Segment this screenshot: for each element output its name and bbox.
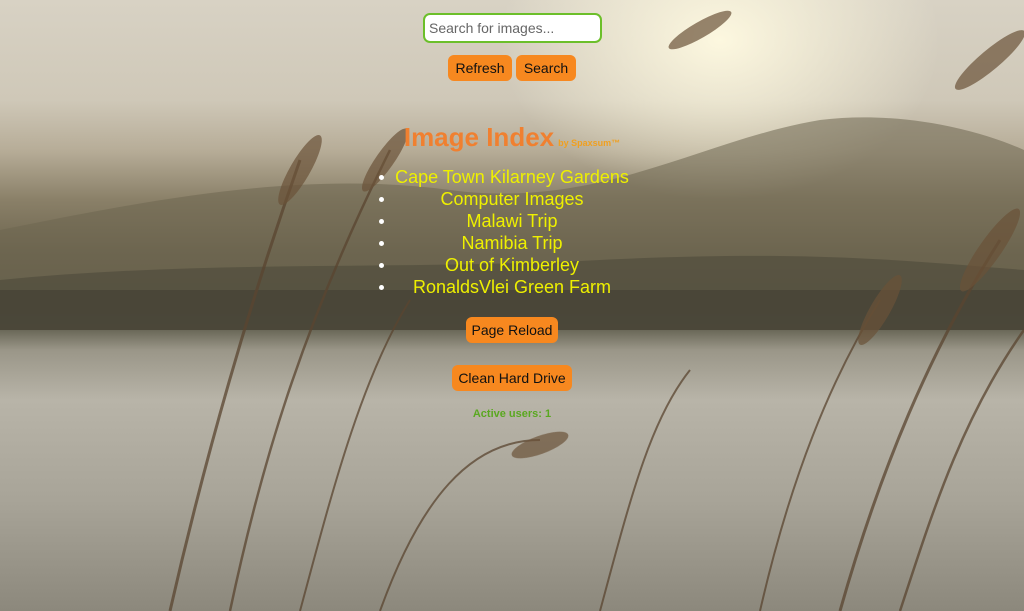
search-button[interactable]: Search bbox=[516, 55, 576, 81]
active-users-status: Active users: 1 bbox=[472, 408, 552, 420]
clean-hard-drive-button[interactable]: Clean Hard Drive bbox=[452, 365, 572, 391]
page-title: Image Index bbox=[403, 122, 555, 152]
bullet-icon bbox=[379, 219, 384, 224]
album-link-namibia-trip[interactable]: Namibia Trip bbox=[461, 233, 562, 253]
page-reload-button[interactable]: Page Reload bbox=[466, 317, 558, 343]
album-link-malawi-trip[interactable]: Malawi Trip bbox=[466, 211, 557, 231]
album-list: Cape Town Kilarney Gardens Computer Imag… bbox=[370, 166, 654, 298]
list-item: Malawi Trip bbox=[370, 210, 654, 232]
album-link-computer-images[interactable]: Computer Images bbox=[440, 189, 583, 209]
page-byline: by Spaxsum™ bbox=[558, 138, 621, 148]
album-link-cape-town[interactable]: Cape Town Kilarney Gardens bbox=[395, 167, 629, 187]
bullet-icon bbox=[379, 263, 384, 268]
refresh-button[interactable]: Refresh bbox=[448, 55, 512, 81]
list-item: Namibia Trip bbox=[370, 232, 654, 254]
album-link-ronaldsvlei[interactable]: RonaldsVlei Green Farm bbox=[413, 277, 611, 297]
list-item: Out of Kimberley bbox=[370, 254, 654, 276]
page-header: Image Index by Spaxsum™ bbox=[0, 122, 1024, 153]
bullet-icon bbox=[379, 197, 384, 202]
list-item: Computer Images bbox=[370, 188, 654, 210]
album-link-out-of-kimberley[interactable]: Out of Kimberley bbox=[445, 255, 579, 275]
bullet-icon bbox=[379, 285, 384, 290]
list-item: RonaldsVlei Green Farm bbox=[370, 276, 654, 298]
bullet-icon bbox=[379, 175, 384, 180]
bullet-icon bbox=[379, 241, 384, 246]
page-content: Refresh Search Image Indexby Spaxsum™ Ca… bbox=[0, 0, 1024, 611]
search-input[interactable] bbox=[423, 13, 602, 43]
list-item: Cape Town Kilarney Gardens bbox=[370, 166, 654, 188]
